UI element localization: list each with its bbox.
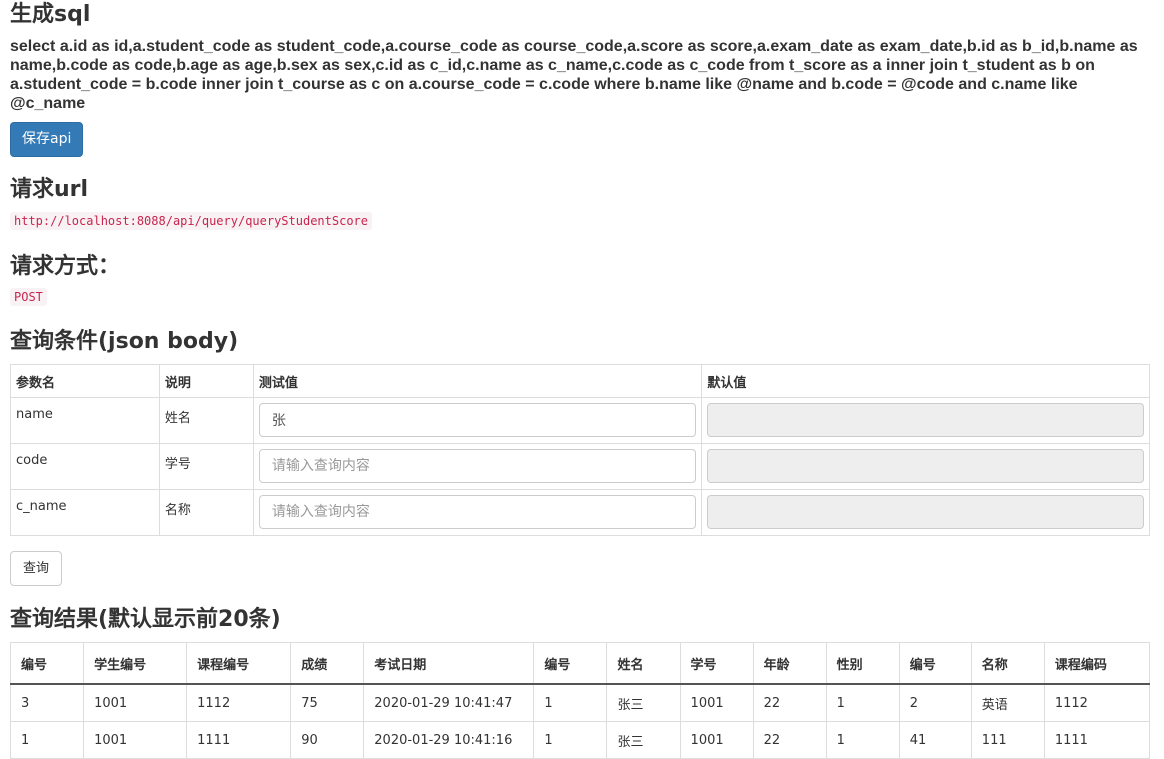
param-desc: 姓名	[158, 397, 254, 444]
results-header-cell: 课程编号	[186, 642, 292, 685]
table-cell: 英语	[970, 683, 1045, 722]
table-cell: 90	[290, 721, 365, 759]
table-cell: 2020-01-29 10:41:16	[363, 721, 535, 759]
param-name: code	[10, 443, 160, 490]
results-header-cell: 学号	[679, 642, 754, 685]
table-cell: 1	[9, 721, 85, 759]
table-cell: 1112	[1043, 683, 1151, 722]
params-section-title: 查询条件(json body)	[10, 329, 239, 354]
table-cell: 张三	[606, 683, 681, 722]
generated-sql-text: select a.id as id,a.student_code as stud…	[10, 38, 1138, 112]
params-table: 参数名 说明 测试值 默认值 name 姓名 code 学号 c_name 名称	[10, 364, 1150, 536]
table-cell: 1	[533, 683, 608, 722]
results-header-cell: 课程编码	[1043, 642, 1151, 685]
query-button[interactable]: 查询	[10, 551, 63, 586]
test-value-input[interactable]	[258, 495, 697, 529]
param-row: code 学号	[10, 443, 1150, 490]
table-cell: 1001	[679, 683, 754, 722]
results-header-cell: 编号	[9, 642, 85, 685]
results-header-cell: 学生编号	[83, 642, 188, 685]
results-table: 编号 学生编号 课程编号 成绩 考试日期 编号 姓名 学号 年龄 性别 编号 名…	[9, 642, 1151, 759]
param-row: c_name 名称	[10, 489, 1150, 536]
param-desc-header: 说明	[158, 364, 254, 398]
table-row: 3 1001 1112 75 2020-01-29 10:41:47 1 张三 …	[9, 683, 1151, 722]
table-cell: 41	[898, 721, 972, 759]
table-cell: 1112	[186, 683, 292, 722]
table-cell: 75	[290, 683, 365, 722]
param-test-value-header: 测试值	[252, 364, 703, 398]
results-header-cell: 年龄	[752, 642, 827, 685]
table-cell: 1001	[679, 721, 754, 759]
table-cell: 张三	[606, 721, 681, 759]
table-cell: 22	[752, 721, 827, 759]
method-section-title: 请求方式：	[10, 254, 121, 279]
url-section-title: 请求url	[10, 177, 89, 202]
table-cell: 2	[898, 683, 972, 722]
save-api-button[interactable]: 保存api	[10, 122, 84, 157]
param-name-header: 参数名	[10, 364, 160, 398]
table-cell: 22	[752, 683, 827, 722]
results-header-cell: 性别	[825, 642, 900, 685]
table-cell: 1001	[83, 721, 188, 759]
param-desc: 学号	[158, 443, 254, 490]
param-row: name 姓名	[10, 397, 1150, 444]
table-cell: 2020-01-29 10:41:47	[363, 683, 535, 722]
default-value-input	[707, 449, 1144, 483]
table-cell: 1111	[1043, 721, 1151, 759]
param-name: c_name	[10, 489, 160, 536]
results-header-cell: 考试日期	[363, 642, 535, 685]
table-cell: 1	[825, 721, 900, 759]
results-header-cell: 成绩	[290, 642, 365, 685]
table-cell: 1001	[83, 683, 188, 722]
params-header-row: 参数名 说明 测试值 默认值	[10, 364, 1150, 398]
param-desc: 名称	[158, 489, 254, 536]
test-value-input[interactable]	[258, 403, 697, 437]
results-header-cell: 姓名	[606, 642, 681, 685]
default-value-input	[707, 495, 1144, 529]
param-default-value-header: 默认值	[701, 364, 1150, 398]
results-header-cell: 编号	[533, 642, 608, 685]
results-header-row: 编号 学生编号 课程编号 成绩 考试日期 编号 姓名 学号 年龄 性别 编号 名…	[9, 642, 1151, 685]
test-value-input[interactable]	[258, 449, 697, 483]
table-cell: 1	[825, 683, 900, 722]
table-cell: 3	[9, 683, 85, 722]
default-value-input	[707, 403, 1144, 437]
results-header-cell: 名称	[970, 642, 1045, 685]
table-cell: 111	[970, 721, 1045, 759]
table-cell: 1	[533, 721, 608, 759]
results-section-title: 查询结果(默认显示前20条)	[10, 607, 281, 632]
request-url: http://localhost:8088/api/query/queryStu…	[10, 212, 373, 230]
param-name: name	[10, 397, 160, 444]
results-header-cell: 编号	[898, 642, 972, 685]
sql-section-title: 生成sql	[10, 2, 91, 27]
request-method: POST	[10, 288, 47, 306]
table-row: 1 1001 1111 90 2020-01-29 10:41:16 1 张三 …	[9, 721, 1151, 759]
table-cell: 1111	[186, 721, 292, 759]
